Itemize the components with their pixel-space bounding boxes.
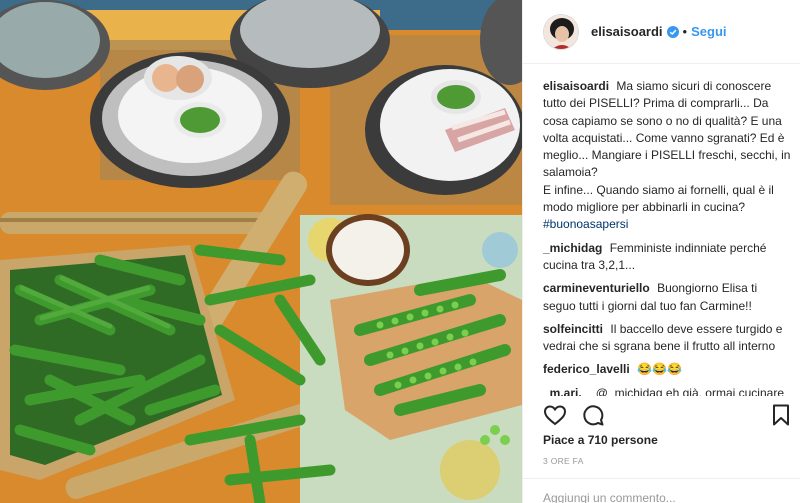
caption: elisaisoardi Ma siamo sicuri di conoscer… — [543, 78, 793, 234]
caption-hashtag[interactable]: #buonoasapersi — [543, 217, 628, 231]
comment-username[interactable]: carmineventuriello — [543, 281, 650, 295]
pea-photo-illustration — [0, 0, 522, 503]
post-side-panel: elisaisoardi • Segui elisaisoardi Ma sia… — [522, 0, 800, 503]
post-header: elisaisoardi • Segui — [523, 0, 800, 64]
comment-item: federico_lavelli 😂😂😂 — [543, 361, 793, 378]
avatar-image — [544, 14, 578, 49]
bookmark-icon[interactable] — [769, 403, 793, 427]
avatar[interactable] — [543, 13, 579, 50]
post-photo[interactable] — [0, 0, 522, 503]
comment-text: 😂😂😂 — [637, 362, 682, 377]
heart-icon[interactable] — [543, 403, 567, 427]
add-comment-bar — [523, 478, 800, 503]
comment-item: _m.ari._ @_michidag eh già, ormai cucina… — [543, 385, 793, 396]
comment-username[interactable]: _m.ari._ — [543, 386, 588, 396]
comment-username[interactable]: federico_lavelli — [543, 362, 630, 376]
comment-input[interactable] — [543, 491, 783, 503]
likes-count[interactable]: Piace a 710 persone — [543, 433, 658, 447]
header-separator: • — [682, 24, 688, 39]
post-timestamp: 3 ORE FA — [543, 456, 584, 466]
comments-list[interactable]: elisaisoardi Ma siamo sicuri di conoscer… — [543, 78, 793, 396]
caption-username[interactable]: elisaisoardi — [543, 79, 609, 93]
follow-button[interactable]: Segui — [691, 24, 726, 39]
comment-item: solfeincitti Il baccello deve essere tur… — [543, 321, 793, 356]
comment-item: _michidag Femministe indinniate perché c… — [543, 240, 793, 275]
comment-item: carmineventuriello Buongiorno Elisa ti s… — [543, 280, 793, 315]
post-username[interactable]: elisaisoardi — [591, 24, 663, 39]
caption-text: Ma siamo sicuri di conoscere tutto dei P… — [543, 79, 791, 215]
post-actions — [543, 401, 793, 429]
comment-icon[interactable] — [581, 403, 605, 427]
comment-username[interactable]: solfeincitti — [543, 322, 603, 336]
comment-username[interactable]: _michidag — [543, 241, 602, 255]
verified-badge-icon — [666, 25, 679, 38]
